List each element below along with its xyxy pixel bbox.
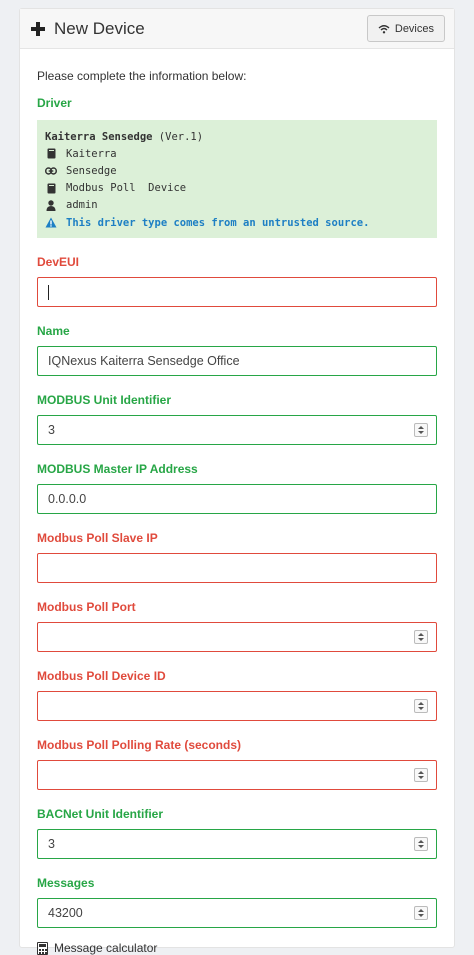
driver-name-line: Kaiterra Sensedge (Ver.1)	[45, 128, 429, 145]
bacnet-unit-input[interactable]: 3	[37, 829, 437, 859]
poll-slave-ip-label: Modbus Poll Slave IP	[37, 531, 158, 545]
poll-port-input[interactable]	[37, 622, 437, 652]
driver-vendor-line: Kaiterra	[45, 145, 429, 162]
devices-button-label: Devices	[394, 22, 434, 35]
number-spinner[interactable]	[414, 423, 428, 437]
driver-label: Driver	[37, 96, 72, 110]
form-body: Please complete the information below: D…	[20, 69, 454, 955]
driver-type-line: Modbus Poll Device	[45, 180, 429, 197]
field-modbus-master-ip: MODBUS Master IP Address 0.0.0.0	[37, 462, 437, 514]
driver-warning-text: This driver type comes from an untrusted…	[66, 216, 370, 229]
message-calculator-link[interactable]: Message calculator	[37, 941, 437, 955]
driver-info-box: Kaiterra Sensedge (Ver.1) Kaiterra Sense…	[37, 120, 437, 238]
name-label: Name	[37, 324, 70, 338]
modbus-master-ip-value: 0.0.0.0	[48, 492, 87, 506]
messages-label: Messages	[37, 876, 95, 890]
field-name: Name IQNexus Kaiterra Sensedge Office	[37, 324, 437, 376]
field-poll-rate: Modbus Poll Polling Rate (seconds)	[37, 738, 437, 790]
intro-text: Please complete the information below:	[37, 69, 247, 83]
text-cursor	[48, 284, 49, 300]
poll-device-id-input[interactable]	[37, 691, 437, 721]
number-spinner[interactable]	[414, 630, 428, 644]
number-spinner[interactable]	[414, 768, 428, 782]
poll-device-id-label: Modbus Poll Device ID	[37, 669, 166, 683]
poll-rate-input[interactable]	[37, 760, 437, 790]
book-icon	[45, 183, 57, 194]
modbus-unit-input[interactable]: 3	[37, 415, 437, 445]
poll-slave-ip-input[interactable]	[37, 553, 437, 583]
field-modbus-unit: MODBUS Unit Identifier 3	[37, 393, 437, 445]
field-messages: Messages 43200	[37, 876, 437, 928]
modbus-master-ip-label: MODBUS Master IP Address	[37, 462, 198, 476]
field-deveui: DevEUI	[37, 255, 437, 307]
field-poll-device-id: Modbus Poll Device ID	[37, 669, 437, 721]
user-icon	[45, 200, 57, 211]
bacnet-unit-label: BACNet Unit Identifier	[37, 807, 163, 821]
link-icon	[45, 167, 57, 175]
page-title: New Device	[31, 19, 145, 39]
number-spinner[interactable]	[414, 906, 428, 920]
deveui-input[interactable]	[37, 277, 437, 307]
driver-owner: admin	[66, 199, 98, 212]
devices-button[interactable]: Devices	[366, 15, 445, 42]
wifi-icon	[378, 24, 390, 34]
calculator-icon	[37, 941, 48, 955]
driver-type: Modbus Poll Device	[66, 182, 187, 195]
number-spinner[interactable]	[414, 699, 428, 713]
message-calculator-label: Message calculator	[54, 941, 158, 955]
modbus-master-ip-input[interactable]: 0.0.0.0	[37, 484, 437, 514]
modbus-unit-label: MODBUS Unit Identifier	[37, 393, 171, 407]
field-bacnet-unit: BACNet Unit Identifier 3	[37, 807, 437, 859]
messages-input[interactable]: 43200	[37, 898, 437, 928]
driver-vendor: Kaiterra	[66, 147, 117, 160]
driver-model: Sensedge	[66, 164, 117, 177]
driver-version: (Ver.1)	[158, 130, 204, 143]
card-header: New Device Devices	[20, 9, 454, 49]
name-value: IQNexus Kaiterra Sensedge Office	[48, 354, 240, 368]
book-icon	[45, 148, 57, 159]
number-spinner[interactable]	[414, 837, 428, 851]
new-device-card: New Device Devices Please complete the i…	[19, 8, 455, 955]
plus-icon	[31, 21, 45, 36]
driver-model-line: Sensedge	[45, 162, 429, 179]
driver-owner-line: admin	[45, 197, 429, 214]
page-title-text: New Device	[54, 18, 145, 38]
driver-name: Kaiterra Sensedge	[45, 130, 153, 143]
deveui-label: DevEUI	[37, 255, 80, 269]
poll-rate-label: Modbus Poll Polling Rate (seconds)	[37, 738, 242, 752]
field-poll-port: Modbus Poll Port	[37, 600, 437, 652]
name-input[interactable]: IQNexus Kaiterra Sensedge Office	[37, 346, 437, 376]
messages-value: 43200	[48, 906, 83, 920]
modbus-unit-value: 3	[48, 423, 55, 437]
warning-icon	[45, 217, 57, 228]
driver-warning-line: This driver type comes from an untrusted…	[45, 214, 429, 231]
poll-port-label: Modbus Poll Port	[37, 600, 136, 614]
bacnet-unit-value: 3	[48, 837, 55, 851]
field-poll-slave-ip: Modbus Poll Slave IP	[37, 531, 437, 583]
